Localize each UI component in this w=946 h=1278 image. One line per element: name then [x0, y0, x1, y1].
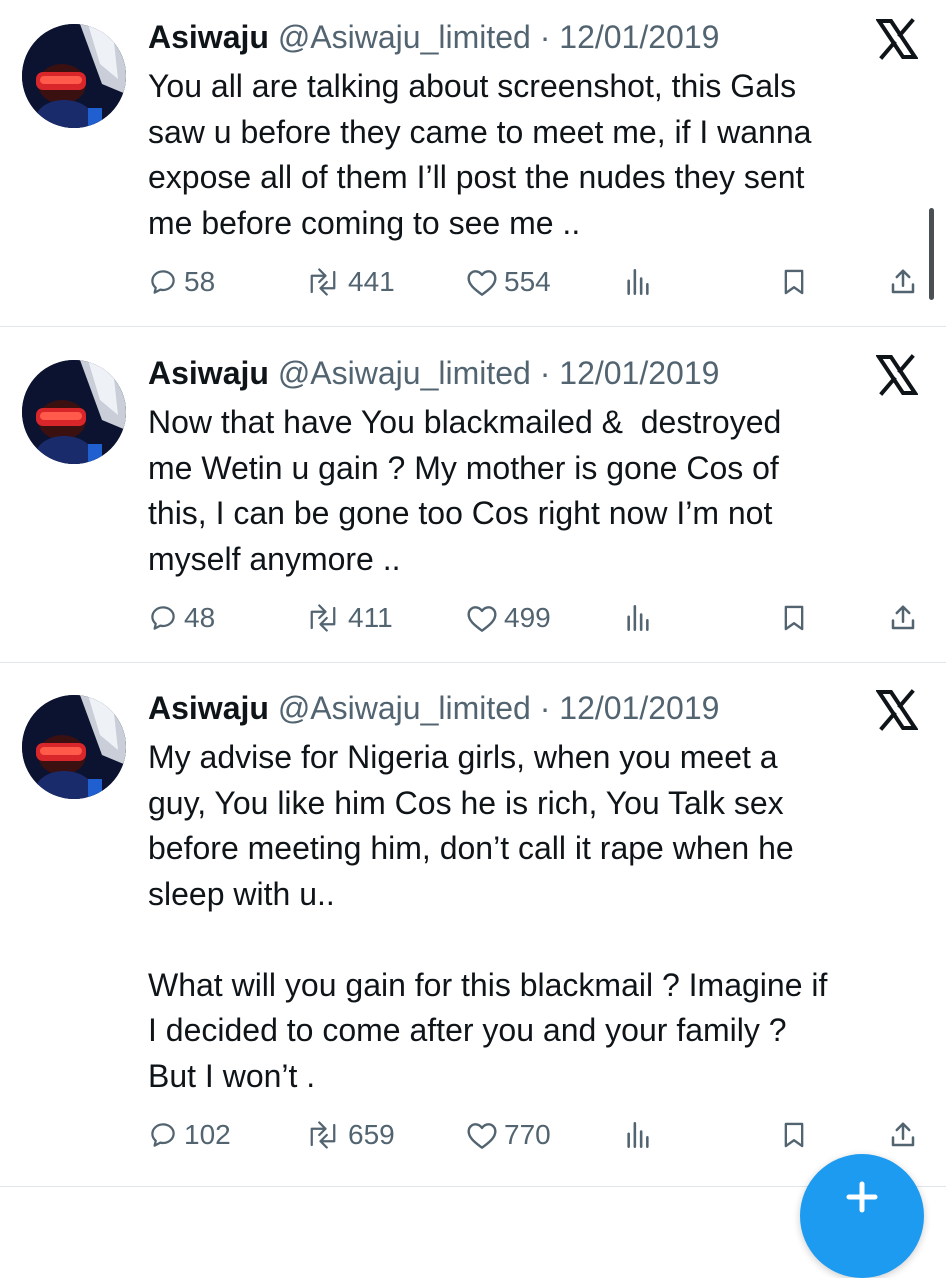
x-logo-icon [875, 689, 919, 731]
avatar[interactable] [22, 24, 126, 128]
heart-icon [467, 270, 497, 296]
like-button[interactable]: 770 [466, 1115, 551, 1155]
tweet-text: You all are talking about screenshot, th… [148, 68, 812, 241]
share-icon [891, 269, 915, 294]
retweet-count: 411 [348, 602, 393, 633]
reply-count: 102 [184, 1119, 231, 1150]
retweet-button[interactable]: 441 [304, 262, 395, 302]
avatar[interactable] [22, 360, 126, 464]
tweet-actions: 102 659 770 [148, 1115, 928, 1155]
bookmark-icon [784, 1122, 804, 1148]
retweet-button[interactable]: 411 [304, 598, 393, 638]
tweet-actions: 58 441 554 [148, 262, 928, 302]
tweet-header: Asiwaju @Asiwaju_limited · 12/01/2019 [148, 689, 719, 727]
tweet-actions: 48 411 499 [148, 598, 928, 638]
views-button[interactable] [624, 1115, 652, 1155]
views-icon [627, 605, 649, 631]
tweet[interactable]: Asiwaju @Asiwaju_limited · 12/01/2019 Yo… [0, 0, 946, 326]
tweet-header: Asiwaju @Asiwaju_limited · 12/01/2019 [148, 354, 719, 392]
reply-icon [151, 606, 175, 630]
reply-button[interactable]: 102 [148, 1115, 231, 1155]
like-button[interactable]: 554 [466, 262, 551, 302]
views-button[interactable] [624, 262, 652, 302]
tweet-date[interactable]: · 12/01/2019 [540, 355, 720, 391]
bookmark-button[interactable] [780, 598, 808, 638]
bookmark-icon [784, 605, 804, 631]
tweet-text: My advise for Nigeria girls, when you me… [148, 739, 828, 1094]
author-name[interactable]: Asiwaju [148, 690, 269, 726]
tweet[interactable]: Asiwaju @Asiwaju_limited · 12/01/2019 My… [0, 671, 946, 1200]
reply-count: 48 [184, 602, 216, 633]
author-handle[interactable]: @Asiwaju_limited [278, 690, 531, 726]
bookmark-button[interactable] [780, 1115, 808, 1155]
views-icon [627, 269, 649, 295]
retweet-button[interactable]: 659 [304, 1115, 395, 1155]
author-handle[interactable]: @Asiwaju_limited [278, 355, 531, 391]
reply-icon [151, 270, 175, 294]
share-button[interactable] [888, 598, 918, 638]
bookmark-button[interactable] [780, 262, 808, 302]
share-icon [891, 605, 915, 630]
tweet-date[interactable]: · 12/01/2019 [540, 19, 720, 55]
share-icon [891, 1122, 915, 1147]
x-logo-icon [875, 354, 919, 396]
reply-button[interactable]: 58 [148, 262, 215, 302]
retweet-icon [310, 604, 336, 632]
divider [0, 662, 946, 663]
author-name[interactable]: Asiwaju [148, 355, 269, 391]
retweet-count: 659 [348, 1119, 395, 1150]
tweet[interactable]: Asiwaju @Asiwaju_limited · 12/01/2019 No… [0, 336, 946, 662]
x-logo-icon [875, 18, 919, 60]
heart-icon [467, 1123, 497, 1149]
divider [0, 326, 946, 327]
scrollbar[interactable] [929, 208, 934, 300]
reply-button[interactable]: 48 [148, 598, 215, 638]
retweet-count: 441 [348, 266, 395, 297]
avatar[interactable] [22, 695, 126, 799]
author-name[interactable]: Asiwaju [148, 19, 269, 55]
tweet-header: Asiwaju @Asiwaju_limited · 12/01/2019 [148, 18, 719, 56]
tweet-text: Now that have You blackmailed & destroye… [148, 404, 782, 577]
views-button[interactable] [624, 598, 652, 638]
bookmark-icon [784, 269, 804, 295]
like-count: 770 [504, 1119, 551, 1150]
reply-icon [151, 1123, 175, 1147]
author-handle[interactable]: @Asiwaju_limited [278, 19, 531, 55]
views-icon [627, 1122, 649, 1148]
retweet-icon [310, 268, 336, 296]
share-button[interactable] [888, 1115, 918, 1155]
compose-fab[interactable] [800, 1154, 924, 1278]
retweet-icon [310, 1121, 336, 1149]
reply-count: 58 [184, 266, 216, 297]
like-count: 499 [504, 602, 551, 633]
like-button[interactable]: 499 [466, 598, 551, 638]
plus-icon [846, 1181, 878, 1213]
like-count: 554 [504, 266, 551, 297]
share-button[interactable] [888, 262, 918, 302]
tweet-date[interactable]: · 12/01/2019 [540, 690, 720, 726]
heart-icon [467, 606, 497, 632]
